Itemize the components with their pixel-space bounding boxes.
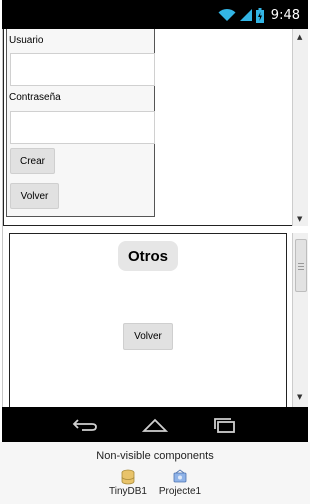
back-button[interactable]: Volver — [10, 183, 59, 209]
scrollbar-thumb[interactable] — [295, 239, 307, 292]
password-label: Contraseña — [9, 92, 61, 103]
recents-icon[interactable] — [212, 417, 238, 433]
others-back-button[interactable]: Volver — [123, 323, 173, 350]
back-icon[interactable] — [72, 418, 98, 432]
android-nav-bar — [2, 407, 308, 442]
create-button[interactable]: Crear — [10, 148, 55, 174]
scroll-down-arrow-icon[interactable]: ▼ — [297, 393, 302, 401]
component-tinydb[interactable]: TinyDB1 — [98, 469, 158, 497]
database-icon — [121, 469, 135, 485]
others-panel: Otros Volver — [9, 233, 287, 407]
component-projecte[interactable]: Projecte1 — [150, 469, 210, 497]
scroll-up-arrow-icon[interactable]: ▲ — [297, 33, 302, 41]
login-form-panel: Usuario Contraseña Crear Volver — [6, 29, 155, 217]
scrollbar-top[interactable]: ▲ ▼ — [292, 29, 308, 226]
others-title: Otros — [118, 241, 178, 271]
non-visible-title: Non-visible components — [96, 450, 214, 462]
project-icon — [173, 469, 187, 483]
app-screen: Usuario Contraseña Crear Volver ▲ ▼ Otro… — [2, 29, 308, 407]
clock: 9:48 — [270, 7, 300, 23]
battery-icon — [255, 7, 264, 23]
home-icon[interactable] — [142, 417, 168, 433]
scroll-area-top[interactable]: Usuario Contraseña Crear Volver — [3, 29, 293, 226]
scrollbar-bottom[interactable]: ▼ — [292, 233, 308, 407]
non-visible-components: Non-visible components TinyDB1 Projecte1 — [0, 442, 310, 504]
username-label: Usuario — [9, 35, 44, 46]
wifi-icon — [218, 8, 236, 21]
password-field[interactable] — [10, 111, 155, 144]
component-label: TinyDB1 — [109, 486, 147, 497]
scroll-down-arrow-icon[interactable]: ▼ — [297, 215, 302, 223]
username-field[interactable] — [10, 53, 155, 86]
status-bar: 9:48 — [2, 0, 308, 29]
component-label: Projecte1 — [158, 486, 202, 497]
signal-icon — [239, 9, 252, 21]
